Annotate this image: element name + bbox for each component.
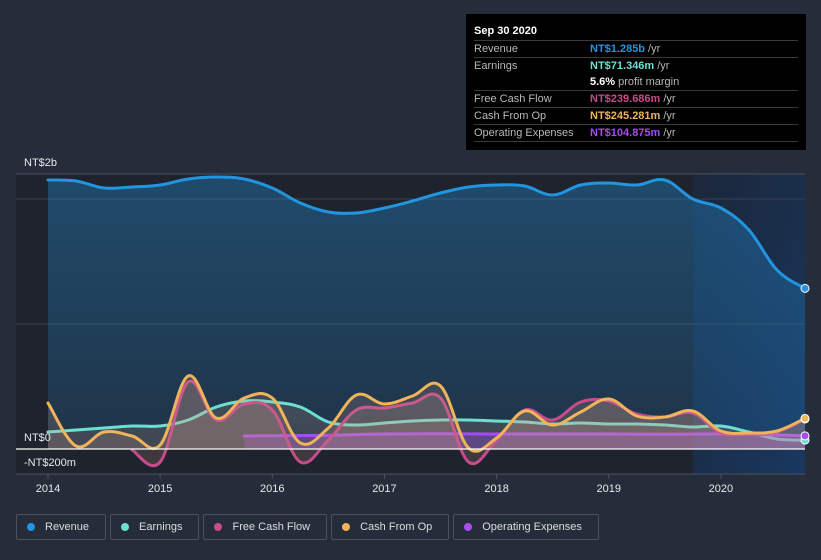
tooltip-row-value: NT$239.686m bbox=[590, 93, 661, 105]
legend-label: Operating Expenses bbox=[482, 521, 582, 533]
legend-label: Revenue bbox=[45, 521, 90, 533]
operating-expenses-end-marker bbox=[800, 431, 810, 441]
x-tick-label: 2019 bbox=[596, 483, 620, 495]
legend-dot-icon bbox=[214, 523, 223, 531]
legend-dot-icon bbox=[27, 523, 35, 531]
tooltip-row: Revenue NT$1.285b/yr bbox=[474, 41, 798, 58]
tooltip-row-label: Earnings bbox=[474, 60, 518, 72]
tooltip-row: Earnings NT$71.346m/yr bbox=[474, 58, 798, 74]
tooltip-row-value: 5.6% bbox=[590, 76, 616, 88]
legend-label: Cash From Op bbox=[360, 521, 433, 533]
tooltip-row: Cash From Op NT$245.281m/yr bbox=[474, 108, 798, 125]
tooltip-row-unit: /yr bbox=[648, 43, 661, 55]
x-tick-label: 2018 bbox=[484, 483, 508, 495]
legend-item-cash-from-op[interactable]: Cash From Op bbox=[331, 514, 450, 540]
tooltip-row-label bbox=[474, 74, 590, 90]
y-tick-label: NT$2b bbox=[24, 157, 57, 169]
tooltip-row-label: Cash From Op bbox=[474, 110, 547, 122]
tooltip-row-unit: /yr bbox=[663, 110, 676, 122]
tooltip-date: Sep 30 2020 bbox=[474, 22, 798, 41]
cash-from-op-end-marker bbox=[800, 413, 810, 423]
tooltip-row-unit: /yr bbox=[657, 60, 670, 72]
legend-item-earnings[interactable]: Earnings bbox=[110, 514, 200, 540]
legend-label: Earnings bbox=[139, 521, 183, 533]
legend-dot-icon bbox=[342, 523, 351, 531]
legend-item-operating-expenses[interactable]: Operating Expenses bbox=[453, 514, 599, 540]
tooltip-row-label: Operating Expenses bbox=[474, 127, 574, 139]
x-tick-label: 2014 bbox=[36, 483, 60, 495]
tooltip-row-value: NT$104.875m bbox=[590, 127, 661, 139]
revenue-end-marker bbox=[800, 283, 810, 293]
legend-item-free-cash-flow[interactable]: Free Cash Flow bbox=[203, 514, 328, 540]
x-tick-label: 2020 bbox=[709, 483, 733, 495]
tooltip-row-value: NT$245.281m bbox=[590, 110, 661, 122]
x-tick-label: 2017 bbox=[372, 483, 396, 495]
y-tick-label: -NT$200m bbox=[24, 457, 76, 469]
tooltip-row-label: Revenue bbox=[474, 43, 519, 55]
legend-label: Free Cash Flow bbox=[232, 521, 311, 533]
legend-item-revenue[interactable]: Revenue bbox=[16, 514, 107, 540]
tooltip-row: Operating Expenses NT$104.875m/yr bbox=[474, 125, 798, 142]
tooltip-row-value: NT$71.346m bbox=[590, 60, 655, 72]
tooltip-row-value: NT$1.285b bbox=[590, 43, 646, 55]
legend: Revenue Earnings Free Cash Flow Cash From O… bbox=[16, 514, 599, 540]
tooltip-row: Free Cash Flow NT$239.686m/yr bbox=[474, 91, 798, 108]
legend-dot-icon bbox=[121, 523, 130, 531]
tooltip-row-label: Free Cash Flow bbox=[474, 93, 552, 105]
tooltip: Sep 30 2020 Revenue NT$1.285b/yr Earnings N… bbox=[466, 14, 806, 150]
x-tick-label: 2015 bbox=[148, 483, 172, 495]
tooltip-row-unit: /yr bbox=[663, 93, 676, 105]
tooltip-row: 5.6% profit margin bbox=[474, 74, 798, 91]
x-tick-label: 2016 bbox=[260, 483, 284, 495]
tooltip-row-unit: /yr bbox=[663, 127, 676, 139]
y-tick-label: NT$0 bbox=[24, 432, 51, 444]
tooltip-row-unit: profit margin bbox=[618, 76, 680, 88]
legend-dot-icon bbox=[464, 523, 473, 531]
